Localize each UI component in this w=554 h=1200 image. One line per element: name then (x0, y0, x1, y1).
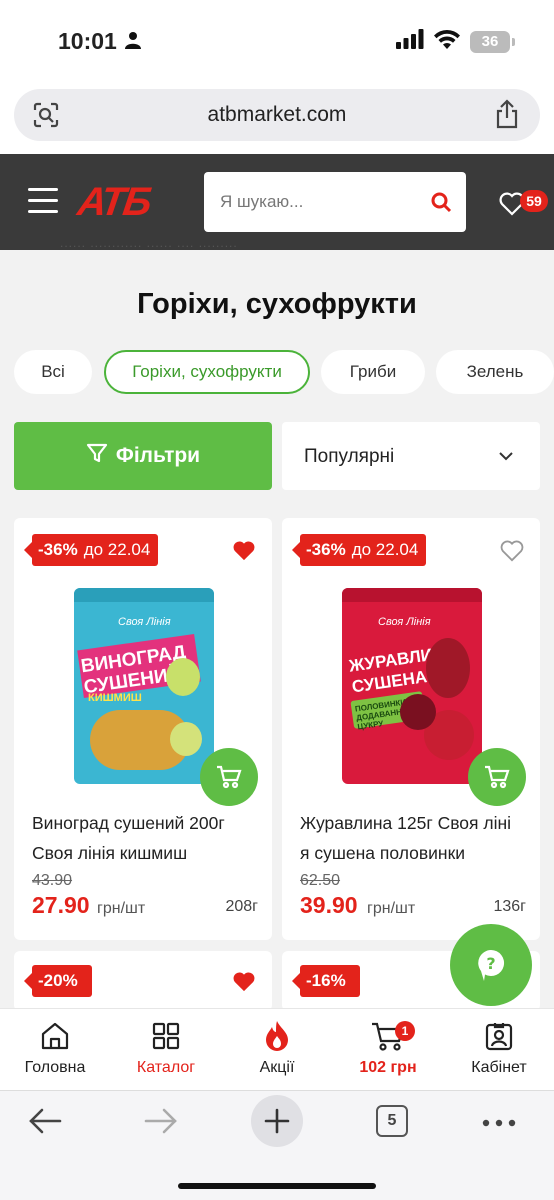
signal-icon (396, 29, 424, 54)
forward-arrow-icon[interactable] (142, 1105, 180, 1142)
filters-button[interactable]: Фільтри (14, 422, 272, 490)
atb-logo[interactable]: АТБ (75, 180, 153, 225)
weight: 136г (493, 898, 526, 915)
sort-selected: Популярні (304, 446, 395, 467)
clock: 10:01 (58, 28, 117, 54)
add-to-cart-button[interactable] (200, 748, 258, 806)
product-name[interactable]: Виноград сушений 200г Своя лінія кишмиш (32, 808, 262, 868)
discount-badge: -16% (292, 965, 360, 997)
bottom-navigation: Головна Каталог Акції 1 102 грн Кабінет (0, 1008, 554, 1090)
discount-badge: -36% до 22.04 (291, 534, 427, 566)
profile-icon (444, 1019, 554, 1053)
product-card[interactable]: -36% до 22.04 Своя Лінія ВИНОГРАД СУШЕНИЙ… (14, 518, 272, 940)
url-text: atbmarket.com (207, 103, 347, 126)
weight: 208г (225, 898, 258, 915)
status-bar: 10:01 36 (0, 0, 554, 82)
product-card[interactable]: -36% до 22.04 Своя Лінія ЖУРАВЛИНА СУШЕНА… (282, 518, 540, 940)
catalog-icon (111, 1019, 221, 1053)
site-header: АТБ Я шукаю... 59 (0, 154, 554, 250)
person-icon (125, 31, 141, 54)
discount-badge: -20% (24, 965, 92, 997)
favorite-heart-icon[interactable] (232, 540, 256, 567)
search-input[interactable]: Я шукаю... (204, 172, 466, 232)
address-bar[interactable]: atbmarket.com (14, 89, 540, 141)
more-options-icon[interactable] (482, 1115, 516, 1133)
cart-icon (333, 1019, 443, 1053)
chip-nuts-dried-fruits[interactable]: Горіхи, сухофрукти (104, 350, 310, 394)
cart-count-badge: 1 (395, 1021, 415, 1041)
price: 39.90 (300, 892, 358, 918)
favorite-heart-icon[interactable] (500, 540, 524, 567)
product-card[interactable]: -20% (14, 951, 272, 1011)
share-icon[interactable] (494, 99, 520, 134)
new-tab-button[interactable] (251, 1095, 303, 1147)
chip-greens[interactable]: Зелень (436, 350, 554, 394)
browser-toolbar: 5 (0, 1090, 554, 1200)
fire-icon (222, 1019, 332, 1053)
nav-promotions[interactable]: Акції (222, 1019, 332, 1077)
filter-icon (86, 442, 108, 470)
search-icon[interactable] (430, 191, 452, 218)
product-image[interactable]: Своя Лінія ЖУРАВЛИНА СУШЕНА ПОЛОВИНКИ З … (342, 588, 482, 784)
breadcrumb: ...... ............ ...... .... ........… (60, 240, 238, 250)
chip-mushrooms[interactable]: Гриби (321, 350, 425, 394)
favorites-count-badge: 59 (520, 190, 548, 212)
discount-badge: -36% до 22.04 (23, 534, 159, 566)
browser-address-area: atbmarket.com (0, 82, 554, 154)
nav-profile[interactable]: Кабінет (444, 1019, 554, 1077)
chevron-down-icon (498, 448, 514, 466)
tabs-count-button[interactable]: 5 (376, 1105, 408, 1137)
search-placeholder: Я шукаю... (220, 192, 304, 211)
price: 27.90 (32, 892, 90, 918)
home-icon (0, 1019, 110, 1053)
old-price: 62.50 (300, 872, 341, 889)
product-image[interactable]: Своя Лінія ВИНОГРАД СУШЕНИЙ КИШМИШ (74, 588, 214, 784)
price-unit: грн/шт (367, 900, 416, 917)
back-arrow-icon[interactable] (26, 1105, 64, 1142)
nav-cart[interactable]: 1 102 грн (333, 1019, 443, 1077)
product-name[interactable]: Журавлина 125г Своя ліні я сушена половин… (300, 808, 530, 868)
category-chips: Всі Горіхи, сухофрукти Гриби Зелень (14, 350, 554, 396)
nav-home[interactable]: Головна (0, 1019, 110, 1077)
nav-catalog[interactable]: Каталог (111, 1019, 221, 1077)
old-price: 43.90 (32, 872, 73, 889)
sort-dropdown[interactable]: Популярні (282, 422, 540, 490)
home-indicator (178, 1183, 376, 1189)
price-unit: грн/шт (97, 900, 146, 917)
add-to-cart-button[interactable] (468, 748, 526, 806)
page-title: Горіхи, сухофрукти (137, 288, 417, 320)
wifi-icon (434, 29, 460, 54)
battery-indicator: 36 (470, 30, 515, 53)
menu-icon[interactable] (28, 188, 58, 214)
chip-all[interactable]: Всі (14, 350, 92, 394)
svg-text:?: ? (486, 954, 495, 973)
help-chat-button[interactable]: ? (450, 924, 532, 1006)
favorite-heart-icon[interactable] (232, 971, 256, 998)
